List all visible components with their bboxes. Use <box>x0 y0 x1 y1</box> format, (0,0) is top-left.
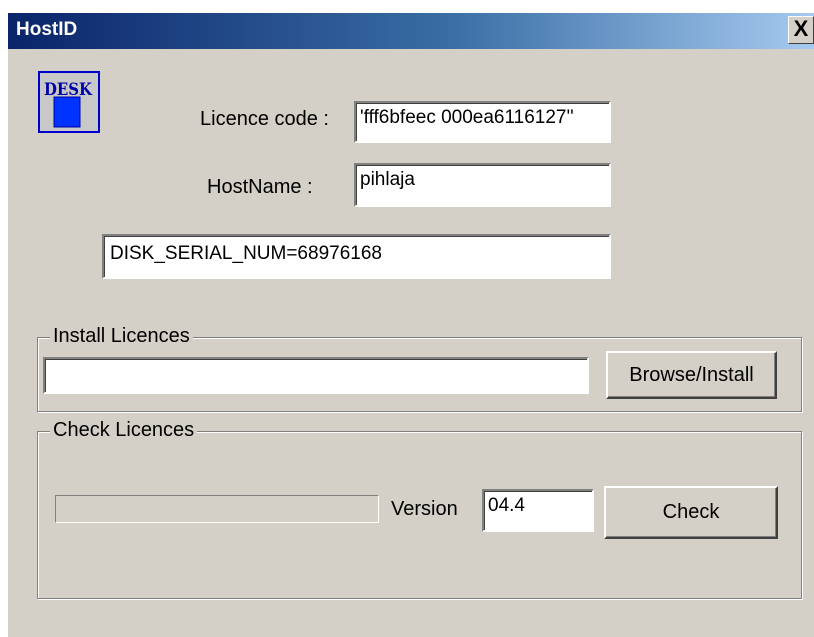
install-licences-title: Install Licences <box>50 325 193 348</box>
disk-serial-value: DISK_SERIAL_NUM=68976168 <box>110 243 382 264</box>
install-licences-group: Install Licences Browse/Install <box>37 325 802 412</box>
title-bar[interactable]: HostID X <box>8 13 814 49</box>
version-field[interactable]: 04.4 <box>482 489 594 532</box>
licence-code-label: Licence code : <box>200 108 329 130</box>
hostid-window: HostID X DESK Licence code : 'fff6bfeec … <box>8 13 814 637</box>
check-licences-title: Check Licences <box>50 419 198 442</box>
logo-text: DESK <box>44 80 93 100</box>
close-button[interactable]: X <box>788 16 814 44</box>
desk-logo-icon: DESK <box>38 71 100 133</box>
version-value: 04.4 <box>488 495 525 516</box>
check-licences-group: Check Licences Version 04.4 Check <box>37 419 802 599</box>
browse-install-label: Browse/Install <box>629 364 754 386</box>
window-title: HostID <box>16 19 78 40</box>
version-label: Version <box>391 498 458 520</box>
licence-code-value: 'fff6bfeec 000ea6116127'' <box>360 107 574 128</box>
check-button[interactable]: Check <box>604 486 778 539</box>
licence-path-input[interactable] <box>43 357 589 394</box>
hostname-field[interactable]: pihlaja <box>354 163 611 207</box>
hostname-value: pihlaja <box>360 169 415 190</box>
close-icon: X <box>793 16 809 41</box>
check-progress-bar <box>55 495 379 523</box>
hostname-label: HostName : <box>207 176 313 198</box>
disk-serial-field[interactable]: DISK_SERIAL_NUM=68976168 <box>102 234 611 279</box>
browse-install-button[interactable]: Browse/Install <box>606 351 777 399</box>
licence-code-field[interactable]: 'fff6bfeec 000ea6116127'' <box>354 101 611 143</box>
check-label: Check <box>662 501 720 523</box>
